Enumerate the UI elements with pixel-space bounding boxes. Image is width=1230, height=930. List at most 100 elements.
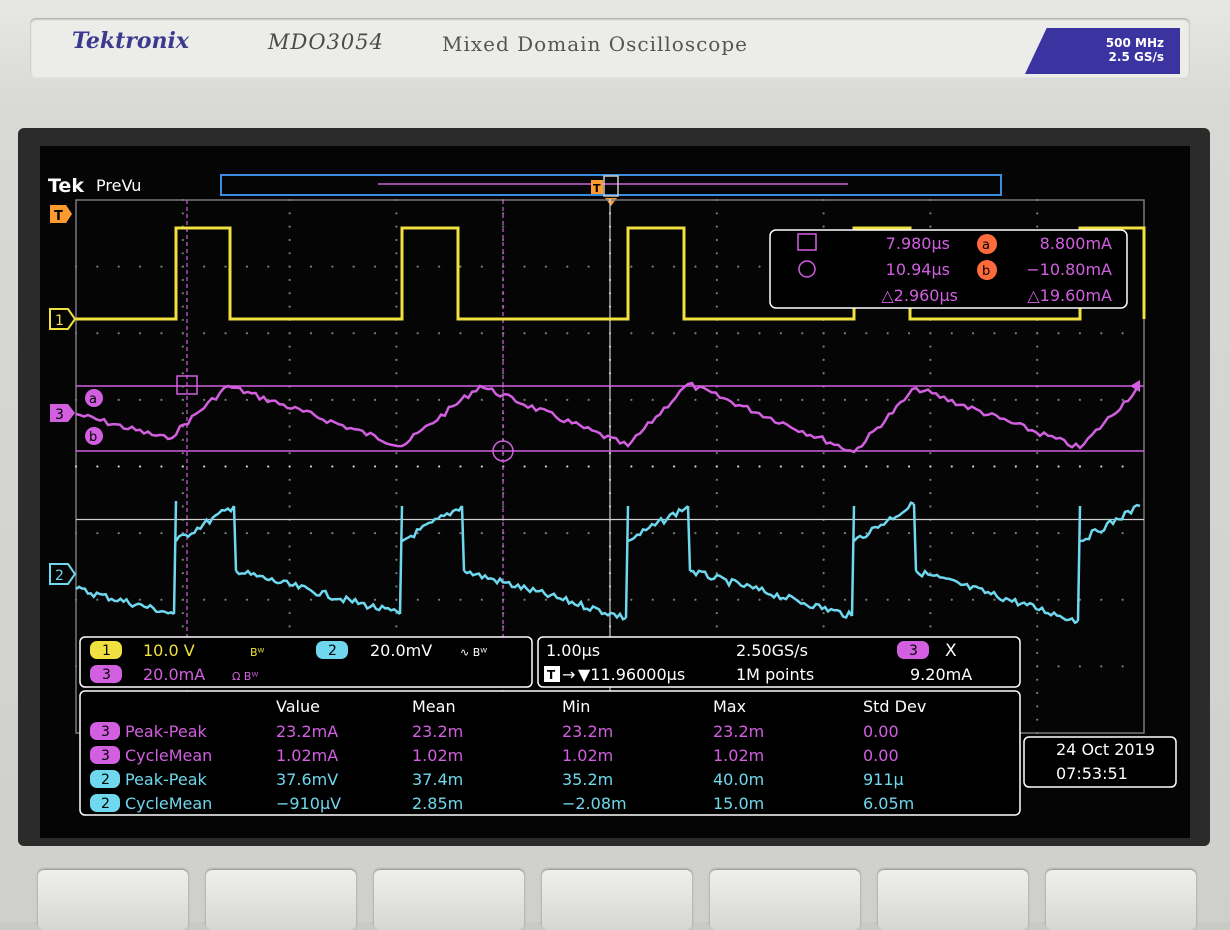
- measurement-min: 23.2m: [562, 722, 613, 741]
- datetime-panel: 24 Oct 2019 07:53:51: [1023, 736, 1177, 788]
- measurement-mean: 1.02m: [412, 746, 463, 765]
- measurement-channel-number: 3: [101, 748, 110, 764]
- ch1-scale: 10.0 V: [143, 641, 195, 660]
- channel-1-marker[interactable]: 1: [49, 308, 77, 330]
- trigger-level-marker[interactable]: T: [50, 205, 72, 224]
- overview-trigger-label: T: [593, 182, 601, 195]
- measurement-header: Min: [562, 697, 590, 716]
- measurement-mean: 2.85m: [412, 794, 463, 813]
- svg-text:3: 3: [55, 407, 64, 423]
- measurement-min: −2.08m: [562, 794, 627, 813]
- measurement-name: CycleMean: [125, 794, 212, 813]
- timebase-panel[interactable]: 1.00µs 2.50GS/s T → ▼11.96000µs 1M point…: [537, 636, 1021, 688]
- measurement-value: 23.2mA: [276, 722, 338, 741]
- date-display: 24 Oct 2019: [1056, 740, 1155, 759]
- model-name: MDO3054: [268, 30, 384, 54]
- softkey-7[interactable]: [1046, 870, 1196, 930]
- ch1-bw-flag: Bᵂ: [250, 646, 265, 659]
- measurement-min: 35.2m: [562, 770, 613, 789]
- display-screen: Tek PreVu T T 1 3 2 a b 7.980µs 10.94µs …: [40, 146, 1190, 838]
- sample-rate: 2.50GS/s: [736, 641, 808, 660]
- channel-3-marker[interactable]: 3: [50, 404, 75, 423]
- cursor-time2: 10.94µs: [886, 260, 950, 279]
- cursor-b-value: −10.80mA: [1026, 260, 1112, 279]
- measurement-name: Peak-Peak: [125, 770, 207, 789]
- tek-logo: Tek: [48, 175, 84, 197]
- softkey-5[interactable]: [710, 870, 860, 930]
- trigger-level: 9.20mA: [910, 665, 972, 684]
- measurement-min: 1.02m: [562, 746, 613, 765]
- cursor-a-value: 8.800mA: [1040, 234, 1112, 253]
- measurement-std: 6.05m: [863, 794, 914, 813]
- spec-badge: 500 MHz 2.5 GS/s: [1025, 28, 1180, 74]
- measurement-max: 1.02m: [713, 746, 764, 765]
- svg-text:b: b: [89, 430, 97, 445]
- measurement-std: 0.00: [863, 746, 899, 765]
- display-svg: Tek PreVu T T 1 3 2 a b 7.980µs 10.94µs …: [48, 174, 1177, 816]
- measurement-channel-number: 3: [101, 724, 110, 740]
- softkey-2[interactable]: [206, 870, 356, 930]
- svg-text:b: b: [982, 264, 990, 279]
- svg-text:a: a: [982, 238, 990, 253]
- vertical-settings-panel[interactable]: 1 10.0 V Bᵂ 2 20.0mV ∿ Bᵂ 3 20.0mA Ω Bᵂ: [79, 636, 533, 688]
- measurement-name: Peak-Peak: [125, 722, 207, 741]
- cursor-readout-panel: 7.980µs 10.94µs △2.960µs a b 8.800mA −10…: [769, 229, 1128, 309]
- measurement-header: Max: [713, 697, 746, 716]
- softkey-4[interactable]: [542, 870, 692, 930]
- model-description: Mixed Domain Oscilloscope: [442, 32, 748, 56]
- measurement-std: 0.00: [863, 722, 899, 741]
- measurement-mean: 37.4m: [412, 770, 463, 789]
- cursor-b-marker: b: [85, 427, 103, 445]
- trigger-position-marker[interactable]: [605, 198, 617, 206]
- svg-text:1: 1: [102, 643, 111, 659]
- svg-text:a: a: [89, 392, 97, 407]
- measurement-mean: 23.2m: [412, 722, 463, 741]
- ch2-scale: 20.0mV: [370, 641, 432, 660]
- badge-bandwidth: 500 MHz: [1105, 36, 1164, 50]
- record-length: 1M points: [736, 665, 814, 684]
- measurement-header: Value: [276, 697, 320, 716]
- channel-2-marker[interactable]: 2: [49, 563, 77, 585]
- trigger-position: ▼11.96000µs: [578, 665, 685, 684]
- cursor-delta-time: △2.960µs: [881, 286, 958, 305]
- softkey-6[interactable]: [878, 870, 1028, 930]
- softkey-row: [0, 860, 1230, 930]
- trigger-arrow-icon: →: [562, 665, 575, 684]
- measurement-max: 23.2m: [713, 722, 764, 741]
- measurement-header: Std Dev: [863, 697, 926, 716]
- ch3-bw-flag: Ω Bᵂ: [232, 670, 258, 683]
- svg-text:3: 3: [909, 643, 918, 659]
- measurement-std: 911µ: [863, 770, 904, 789]
- svg-text:T: T: [547, 668, 556, 682]
- measurement-header: Mean: [412, 697, 456, 716]
- cursor-a-marker: a: [85, 389, 103, 407]
- svg-text:T: T: [54, 209, 63, 224]
- ch2-bw-flag: ∿ Bᵂ: [460, 646, 487, 659]
- channel-3-waveform: [75, 381, 1141, 454]
- measurement-max: 15.0m: [713, 794, 764, 813]
- badge-sample-rate: 2.5 GS/s: [1108, 50, 1164, 64]
- measurements-panel[interactable]: Value Mean Min Max Std Dev 3 Peak-Peak 23.2mA 2…: [79, 690, 1021, 816]
- measurement-max: 40.0m: [713, 770, 764, 789]
- measurement-channel-number: 2: [101, 772, 110, 788]
- record-overview-bar[interactable]: [220, 174, 1002, 196]
- cursor-delta-value: △19.60mA: [1027, 286, 1112, 305]
- svg-text:2: 2: [55, 568, 64, 584]
- trigger-slope-icon: X: [945, 641, 957, 661]
- svg-text:3: 3: [102, 667, 111, 683]
- svg-text:1: 1: [55, 313, 64, 329]
- measurement-channel-number: 2: [101, 796, 110, 812]
- svg-text:2: 2: [328, 643, 337, 659]
- timebase-scale: 1.00µs: [546, 641, 600, 660]
- measurement-value: −910µV: [276, 794, 341, 813]
- measurement-value: 1.02mA: [276, 746, 338, 765]
- cursor-time1: 7.980µs: [886, 234, 950, 253]
- softkey-1[interactable]: [38, 870, 188, 930]
- mode-label: PreVu: [96, 176, 141, 195]
- measurement-name: CycleMean: [125, 746, 212, 765]
- time-display: 07:53:51: [1056, 764, 1128, 783]
- measurement-value: 37.6mV: [276, 770, 338, 789]
- brand-logo: Tektronix: [72, 28, 189, 54]
- overview-view-window[interactable]: [603, 175, 619, 197]
- softkey-3[interactable]: [374, 870, 524, 930]
